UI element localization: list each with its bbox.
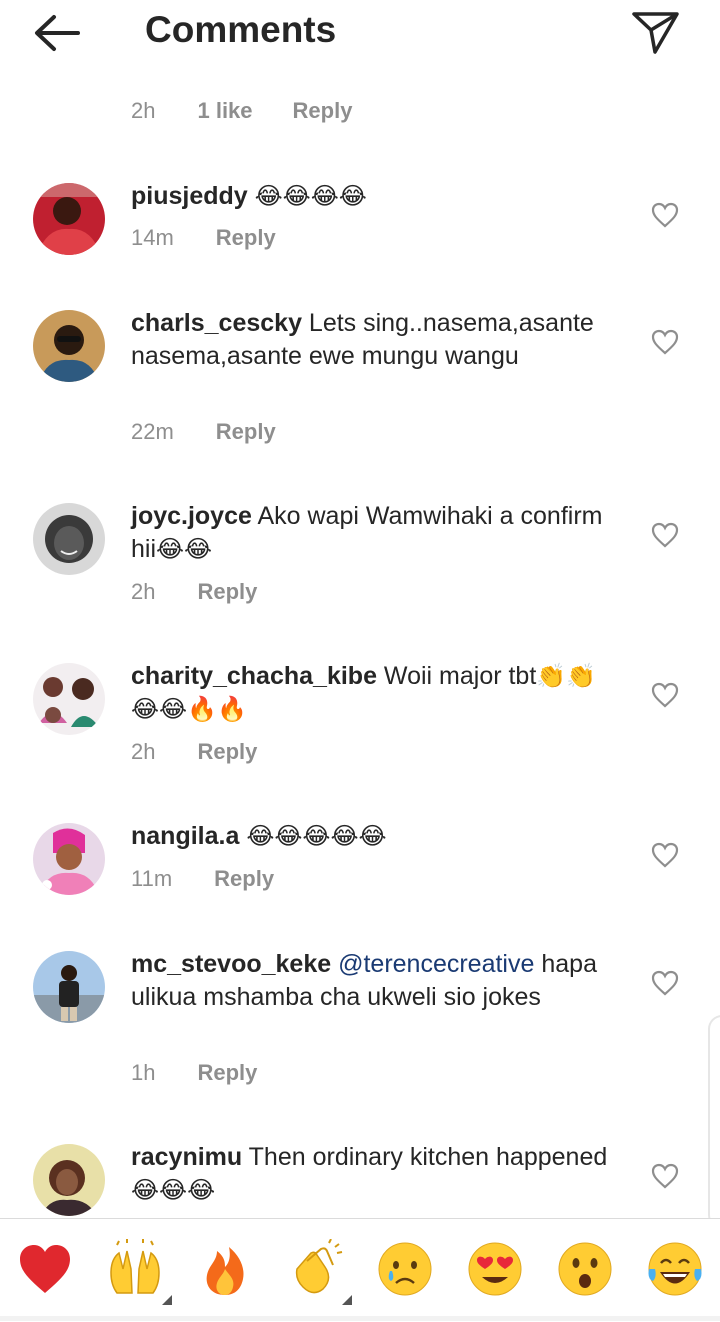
avatar[interactable] bbox=[33, 1144, 105, 1216]
comment-text: joyc.joyce Ako wapi Wamwihaki a confirm … bbox=[131, 502, 603, 563]
comment-meta: 1h Reply bbox=[131, 1057, 257, 1089]
like-heart-icon[interactable] bbox=[651, 682, 679, 708]
avatar[interactable] bbox=[33, 823, 105, 895]
avatar[interactable] bbox=[33, 183, 105, 255]
direct-share-icon[interactable] bbox=[630, 8, 682, 56]
header-bar: Comments bbox=[0, 0, 720, 70]
avatar[interactable] bbox=[33, 310, 105, 382]
like-heart-icon[interactable] bbox=[651, 970, 679, 996]
raising-hands-icon[interactable] bbox=[105, 1239, 165, 1299]
like-heart-icon[interactable] bbox=[651, 1163, 679, 1189]
comment-time: 2h bbox=[131, 739, 156, 764]
page-title: Comments bbox=[145, 9, 337, 50]
emoji-text: 😂😂😂😂😂 bbox=[246, 822, 387, 850]
comment-meta: 22m Reply bbox=[131, 416, 276, 448]
tears-of-joy-face-icon[interactable] bbox=[645, 1239, 705, 1299]
astonished-face-icon[interactable] bbox=[555, 1239, 615, 1299]
comment-username[interactable]: charls_cescky bbox=[131, 309, 302, 337]
emoji-text: 😂😂 bbox=[156, 535, 213, 563]
comment-username[interactable]: piusjeddy bbox=[131, 182, 248, 210]
reply-button[interactable]: Reply bbox=[216, 419, 276, 445]
clapping-hands-icon[interactable] bbox=[285, 1238, 345, 1299]
avatar[interactable] bbox=[33, 503, 105, 575]
comment-item: racynimu Then ordinary kitchen happened … bbox=[0, 1141, 720, 1218]
comment-meta: 2h Reply bbox=[131, 576, 257, 608]
comment-text: piusjeddy 😂😂😂😂 bbox=[131, 180, 611, 213]
comment-username[interactable]: racynimu bbox=[131, 1143, 242, 1171]
comment-text: nangila.a 😂😂😂😂😂 bbox=[131, 820, 611, 853]
bottom-divider bbox=[0, 1316, 720, 1321]
emoji-text: 😂😂😂😂 bbox=[254, 182, 367, 210]
comment-time: 14m bbox=[131, 225, 174, 250]
comment-time: 2h bbox=[131, 98, 156, 123]
comment-time: 22m bbox=[131, 419, 174, 444]
emoji-reaction-bar bbox=[0, 1218, 720, 1322]
comment-username[interactable]: charity_chacha_kibe bbox=[131, 662, 377, 690]
comment-time: 11m bbox=[131, 866, 173, 891]
comment-time: 1h bbox=[131, 1060, 156, 1085]
comment-text: charity_chacha_kibe Woii major tbt👏👏😂😂🔥🔥 bbox=[131, 662, 597, 723]
comment-text: charls_cescky Lets sing..nasema,asante n… bbox=[131, 309, 594, 370]
heart-eyes-face-icon[interactable] bbox=[465, 1239, 525, 1299]
fire-icon[interactable] bbox=[195, 1239, 255, 1299]
comment-meta: 11m Reply bbox=[131, 863, 274, 895]
comment-meta: 2h 1 like Reply bbox=[131, 95, 352, 127]
comment-likes-count[interactable]: 1 like bbox=[197, 98, 252, 124]
comment-time: 2h bbox=[131, 579, 156, 604]
red-heart-icon[interactable] bbox=[15, 1239, 75, 1299]
comment-username[interactable]: joyc.joyce bbox=[131, 502, 252, 530]
back-arrow-icon[interactable] bbox=[30, 12, 82, 54]
comment-text: mc_stevoo_keke @terencecreative hapa uli… bbox=[131, 950, 597, 1011]
reply-button[interactable]: Reply bbox=[293, 98, 353, 124]
emoji-text: 😂😂😂 bbox=[131, 1176, 216, 1204]
scroll-handle[interactable] bbox=[708, 1015, 720, 1229]
avatar[interactable] bbox=[33, 951, 105, 1023]
like-heart-icon[interactable] bbox=[651, 202, 679, 228]
comment-meta: 2h Reply bbox=[131, 736, 257, 768]
variant-indicator-icon bbox=[162, 1295, 172, 1305]
reply-button[interactable]: Reply bbox=[197, 1060, 257, 1086]
avatar[interactable] bbox=[33, 663, 105, 735]
comment-text: racynimu Then ordinary kitchen happened … bbox=[131, 1143, 608, 1204]
like-heart-icon[interactable] bbox=[651, 329, 679, 355]
comment-username[interactable]: mc_stevoo_keke bbox=[131, 950, 331, 978]
reply-button[interactable]: Reply bbox=[197, 739, 257, 765]
crying-face-icon[interactable] bbox=[375, 1239, 435, 1299]
mention-link[interactable]: @terencecreative bbox=[338, 950, 534, 978]
comment-username[interactable]: nangila.a bbox=[131, 822, 239, 850]
like-heart-icon[interactable] bbox=[651, 522, 679, 548]
variant-indicator-icon bbox=[342, 1295, 352, 1305]
reply-button[interactable]: Reply bbox=[214, 866, 274, 892]
comment-meta: 14m Reply bbox=[131, 222, 276, 254]
reply-button[interactable]: Reply bbox=[216, 225, 276, 251]
like-heart-icon[interactable] bbox=[651, 842, 679, 868]
reply-button[interactable]: Reply bbox=[197, 579, 257, 605]
